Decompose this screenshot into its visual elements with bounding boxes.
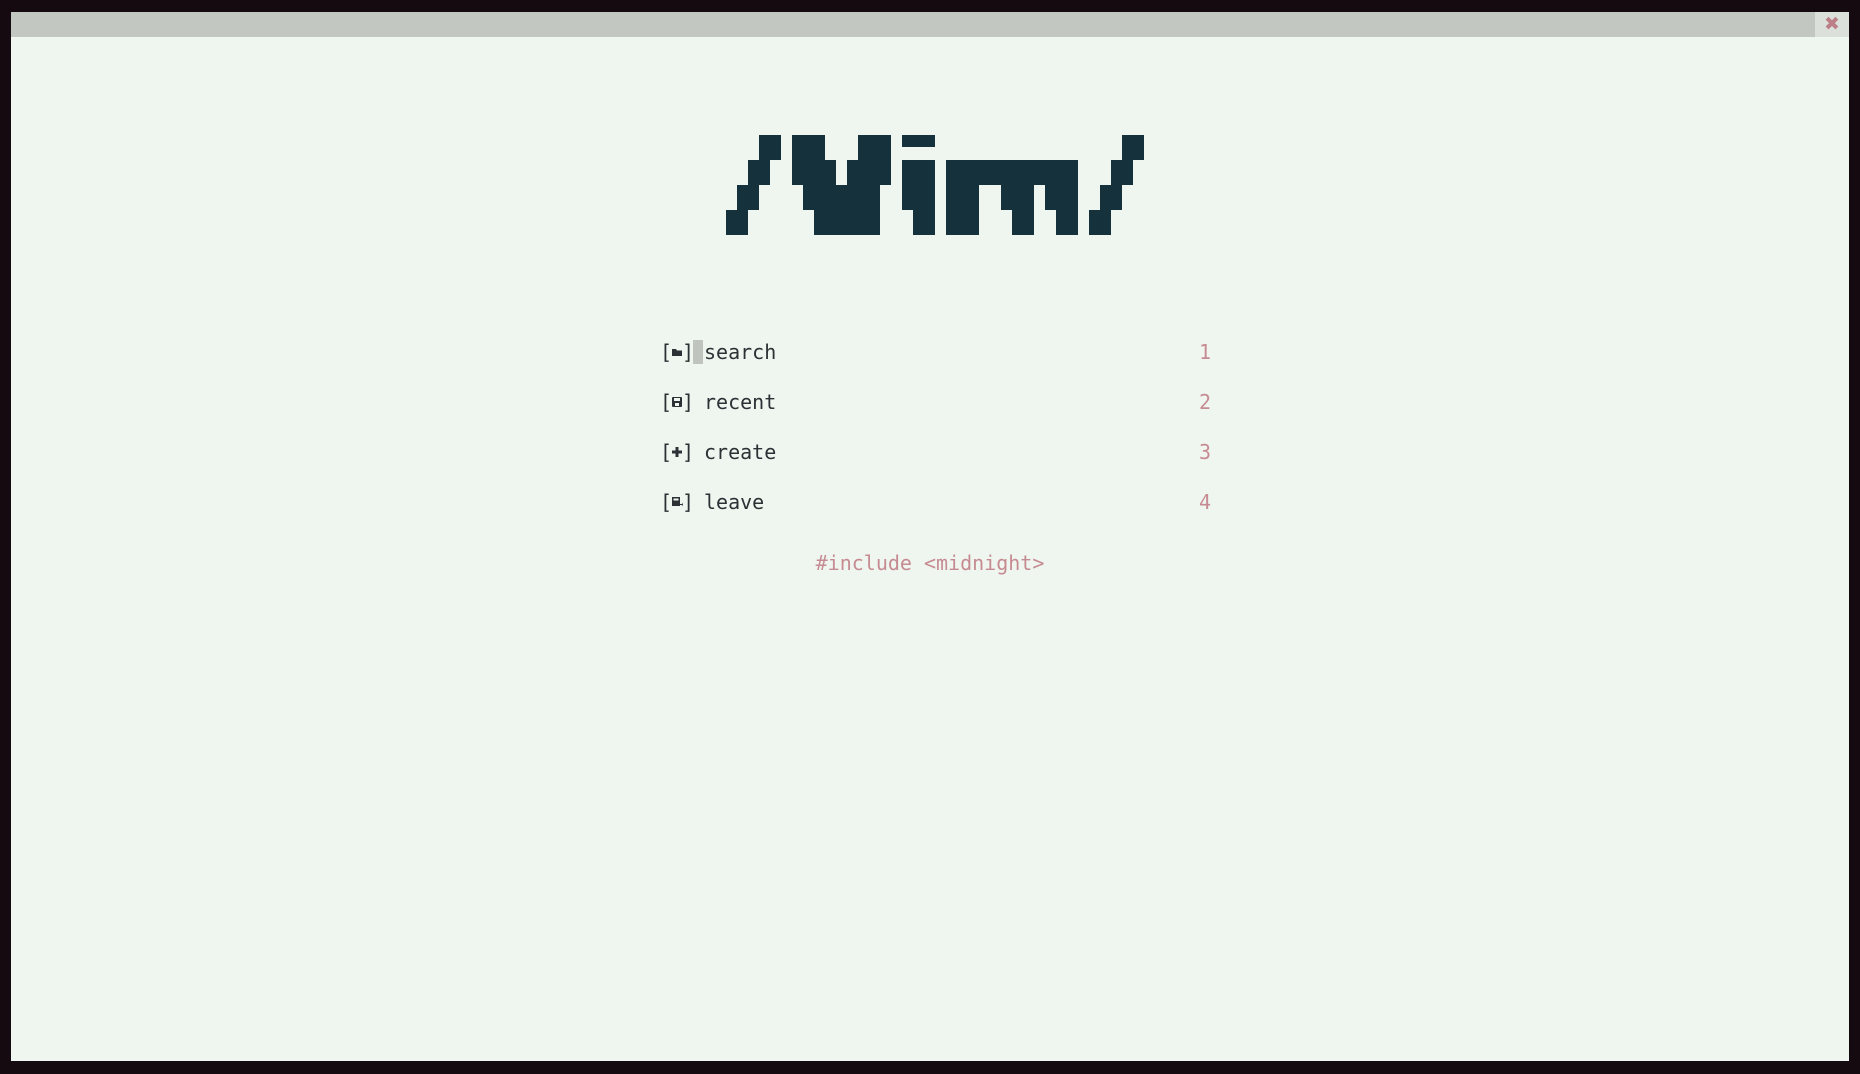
menu-item-search[interactable]: [ ] search 1 <box>660 337 1211 367</box>
title-bar[interactable]: ✖ <box>11 12 1849 37</box>
menu-icon-bracket: [ ] <box>660 390 695 414</box>
menu-item-label: search <box>704 340 777 364</box>
menu-item-label: recent <box>704 390 777 414</box>
menu-item-label: create <box>704 440 777 464</box>
vim-logo-image <box>726 135 1144 235</box>
close-icon: ✖ <box>1824 13 1840 35</box>
menu-item-recent[interactable]: [ ] recent 2 <box>660 387 1211 417</box>
menu-item-shortcut: 4 <box>1198 490 1211 514</box>
menu-item-shortcut: 2 <box>1198 390 1211 414</box>
menu-item-shortcut: 3 <box>1198 440 1211 464</box>
menu-item-label: leave <box>704 490 765 514</box>
menu-icon-bracket: [ ] <box>660 490 695 514</box>
menu-item-create[interactable]: [ ] create 3 <box>660 437 1211 467</box>
menu-item-shortcut: 1 <box>1198 340 1211 364</box>
vim-logo <box>726 135 1146 235</box>
text-cursor <box>693 340 703 364</box>
menu-icon-bracket: [ ] <box>660 440 695 464</box>
dashboard-window: ✖ [] search 1 [] recent 2 [] create 3… <box>11 12 1849 1061</box>
menu-item-leave[interactable]: [ ] leave 4 <box>660 487 1211 517</box>
menu-icon-bracket: [ ] <box>660 340 695 364</box>
footer-text: #include <midnight> <box>815 551 1045 575</box>
close-button[interactable]: ✖ <box>1815 12 1849 37</box>
